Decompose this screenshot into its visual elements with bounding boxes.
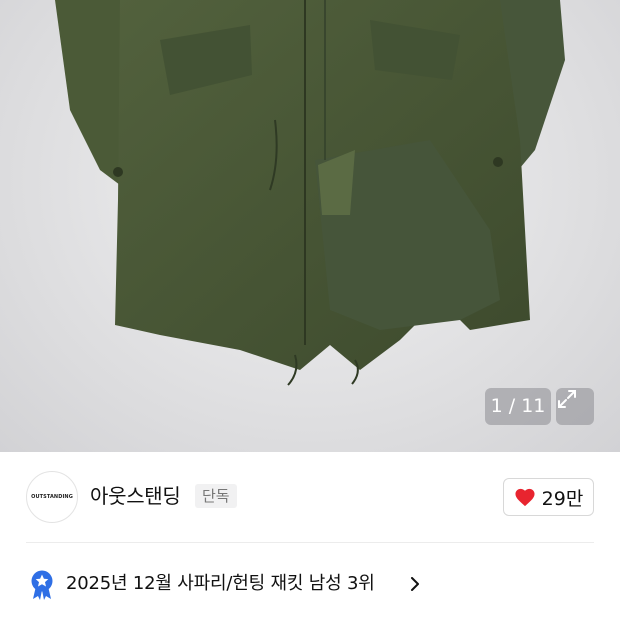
star-ribbon-icon	[31, 570, 53, 600]
like-count: 29만	[541, 487, 584, 510]
product-image-gallery[interactable]: 1 / 11	[0, 0, 620, 452]
brand-logo-text: OUTSTANDING	[31, 494, 73, 500]
brand-row: OUTSTANDING 아웃스탠딩 단독 29만	[0, 452, 620, 542]
exclusive-badge: 단독	[195, 484, 237, 508]
product-image[interactable]	[0, 0, 620, 452]
like-button[interactable]: 29만	[503, 478, 594, 516]
expand-icon	[558, 390, 576, 408]
ranking-link[interactable]: 2025년 12월 사파리/헌팅 재킷 남성 3위	[0, 556, 620, 612]
chevron-right-icon	[411, 577, 419, 591]
brand-logo[interactable]: OUTSTANDING	[26, 471, 78, 523]
image-counter: 1 / 11	[485, 388, 551, 425]
ranking-text: 2025년 12월 사파리/헌팅 재킷 남성 3위	[66, 573, 375, 594]
expand-image-button[interactable]	[556, 388, 594, 425]
brand-name-link[interactable]: 아웃스탠딩	[90, 482, 181, 510]
heart-icon	[515, 488, 535, 507]
divider	[26, 542, 594, 543]
